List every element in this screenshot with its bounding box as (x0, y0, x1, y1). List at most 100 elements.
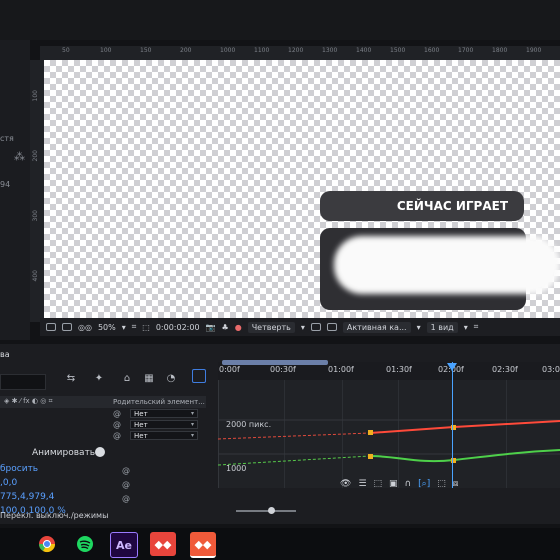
time-label: 02:30f (492, 365, 518, 374)
time-label: 00:30f (270, 365, 296, 374)
pick-whip-icon[interactable]: @ (122, 466, 130, 475)
layer-column-header: ◈ ✱ ⁄ fx ◐ ◎ ⌗ Родительский элемент... (0, 396, 206, 408)
timeline-tab[interactable]: ва (0, 350, 10, 359)
parent-value: Нет (134, 421, 148, 429)
show-snapshot-icon[interactable]: ♣ (222, 323, 229, 332)
draft-3d-icon[interactable]: ✦ (92, 372, 106, 386)
color-wheel-icon[interactable]: ● (235, 323, 242, 332)
chevron-down-icon[interactable]: ▾ (301, 323, 305, 332)
graph-editor-button[interactable] (192, 369, 206, 383)
time-label: 03:00 (542, 365, 560, 374)
toggle-switches-label[interactable]: Перекл. выключ./режимы (0, 511, 108, 520)
value-graph[interactable] (218, 380, 560, 488)
vruler-mark: 100 (32, 90, 39, 102)
chevron-down-icon[interactable]: ▾ (122, 323, 126, 332)
chevron-down-icon[interactable]: ▾ (464, 323, 468, 332)
pick-whip-icon[interactable]: @ (122, 480, 130, 489)
parent-dropdown[interactable]: Нет ▾ (130, 420, 198, 429)
after-effects-app-icon[interactable]: Ae (110, 532, 138, 558)
animate-menu-icon[interactable] (95, 447, 105, 457)
graph-value-label: 1000 (226, 464, 247, 473)
display-icon[interactable] (62, 323, 72, 331)
grid-icon[interactable] (310, 323, 321, 331)
now-playing-label: СЕЙЧАС ИГРАЕТ (396, 199, 508, 213)
ruler-mark: 100 (100, 47, 112, 54)
hide-shy-icon[interactable]: ⌂ (120, 372, 134, 386)
left-panel-text: стя (0, 134, 14, 143)
chevron-down-icon: ▾ (190, 410, 194, 417)
chevron-down-icon: ▾ (190, 421, 194, 428)
reset-link[interactable]: бросить (0, 464, 38, 474)
timecode[interactable]: 0:00:02:00 (156, 323, 200, 332)
zoom-dropdown[interactable]: 50% (98, 323, 116, 332)
time-label: 0:00f (219, 365, 240, 374)
after-effects-label: Ae (116, 538, 132, 552)
motion-blur-icon[interactable]: ◔ (164, 372, 178, 386)
views-dropdown[interactable]: 1 вид (426, 321, 458, 333)
status-bar: Перекл. выключ./режимы (0, 505, 300, 523)
time-label: 01:30f (386, 365, 412, 374)
ruler-mark: 1700 (458, 47, 474, 54)
timeline-search-input[interactable] (0, 374, 46, 390)
pick-whip-icon[interactable]: @ (113, 420, 121, 429)
list-icon[interactable]: ☰ (358, 479, 366, 489)
fit-icon[interactable]: [⌕] (418, 479, 430, 489)
zoom-slider-handle[interactable] (268, 507, 275, 514)
anydesk-active-app-icon[interactable]: ◆◆ (190, 532, 216, 558)
animate-label: Анимировать: (32, 448, 99, 458)
crop-icon[interactable]: ⌗ (132, 322, 137, 332)
layer-row[interactable]: @ Нет ▾ (0, 409, 206, 419)
y-position-curve[interactable] (369, 449, 560, 463)
parent-value: Нет (134, 432, 148, 440)
snap-icon[interactable]: ∩ (405, 479, 412, 489)
spotify-app-icon[interactable] (72, 532, 98, 556)
x-curve-before (218, 432, 371, 440)
parent-dropdown[interactable]: Нет ▾ (130, 409, 198, 418)
ruler-mark: 1000 (220, 47, 236, 54)
chrome-app-icon[interactable] (34, 532, 60, 556)
graph-value-label: 2000 пикс. (226, 420, 272, 429)
ruler-mark: 1600 (424, 47, 440, 54)
render-icon[interactable] (46, 323, 56, 331)
pick-whip-icon[interactable]: @ (113, 409, 121, 418)
keyframe[interactable] (368, 430, 373, 435)
graph-toolbar: 👁 ☰ ⬚ ▣ ∩ [⌕] ⬚ ⧈ (340, 476, 560, 492)
parent-dropdown[interactable]: Нет ▾ (130, 431, 198, 440)
layer-row[interactable]: @ Нет ▾ (0, 431, 206, 441)
fit-all-icon[interactable]: ⬚ (437, 479, 446, 489)
ruler-mark: 1800 (492, 47, 508, 54)
pick-whip-icon[interactable]: @ (113, 431, 121, 440)
region-icon[interactable]: ⬚ (142, 323, 150, 332)
ruler-mark: 150 (140, 47, 152, 54)
mask-icon[interactable]: ◎◎ (78, 323, 92, 332)
anydesk-app-icon[interactable]: ◆◆ (150, 532, 176, 556)
snapshot-icon[interactable]: 📷 (206, 323, 216, 332)
transform-box-icon[interactable]: ▣ (389, 479, 398, 489)
position-value[interactable]: 775,4,979,4 (0, 492, 54, 502)
eye-icon[interactable]: 👁 (340, 479, 351, 489)
settings-icon[interactable]: ⌗ (474, 322, 479, 332)
ruler-mark: 1500 (390, 47, 406, 54)
x-position-curve[interactable] (369, 420, 560, 434)
keyframe[interactable] (368, 454, 373, 459)
fit-range-icon[interactable]: ⧈ (453, 479, 459, 489)
resolution-dropdown[interactable]: Четверть (247, 321, 295, 333)
ruler-mark: 50 (62, 47, 70, 54)
viewer-toolbar: ◎◎ 50% ▾ ⌗ ⬚ 0:00:02:00 📷 ♣ ● Четверть ▾… (40, 318, 560, 336)
zoom-slider[interactable] (236, 510, 296, 512)
compositor-icon[interactable]: ⇆ (64, 372, 78, 386)
anchor-value[interactable]: ,0,0 (0, 478, 17, 488)
vertical-ruler: 100 200 300 400 (30, 60, 44, 322)
chevron-down-icon[interactable]: ▾ (417, 323, 421, 332)
layer-row[interactable]: @ Нет ▾ (0, 420, 206, 430)
now-playing-banner: СЕЙЧАС ИГРАЕТ (320, 191, 524, 221)
playhead[interactable] (452, 362, 453, 488)
channel-icon[interactable] (326, 323, 337, 331)
frame-blend-icon[interactable]: ▦ (142, 372, 156, 386)
vruler-mark: 300 (32, 210, 39, 222)
frame-icon[interactable]: ⬚ (374, 479, 383, 489)
pick-whip-icon[interactable]: @ (122, 494, 130, 503)
network-icon[interactable]: ⁂ (14, 150, 25, 163)
camera-dropdown[interactable]: Активная ка... (342, 321, 411, 333)
horizontal-ruler: 50 100 150 200 1000 1100 1200 1300 1400 … (40, 46, 560, 61)
